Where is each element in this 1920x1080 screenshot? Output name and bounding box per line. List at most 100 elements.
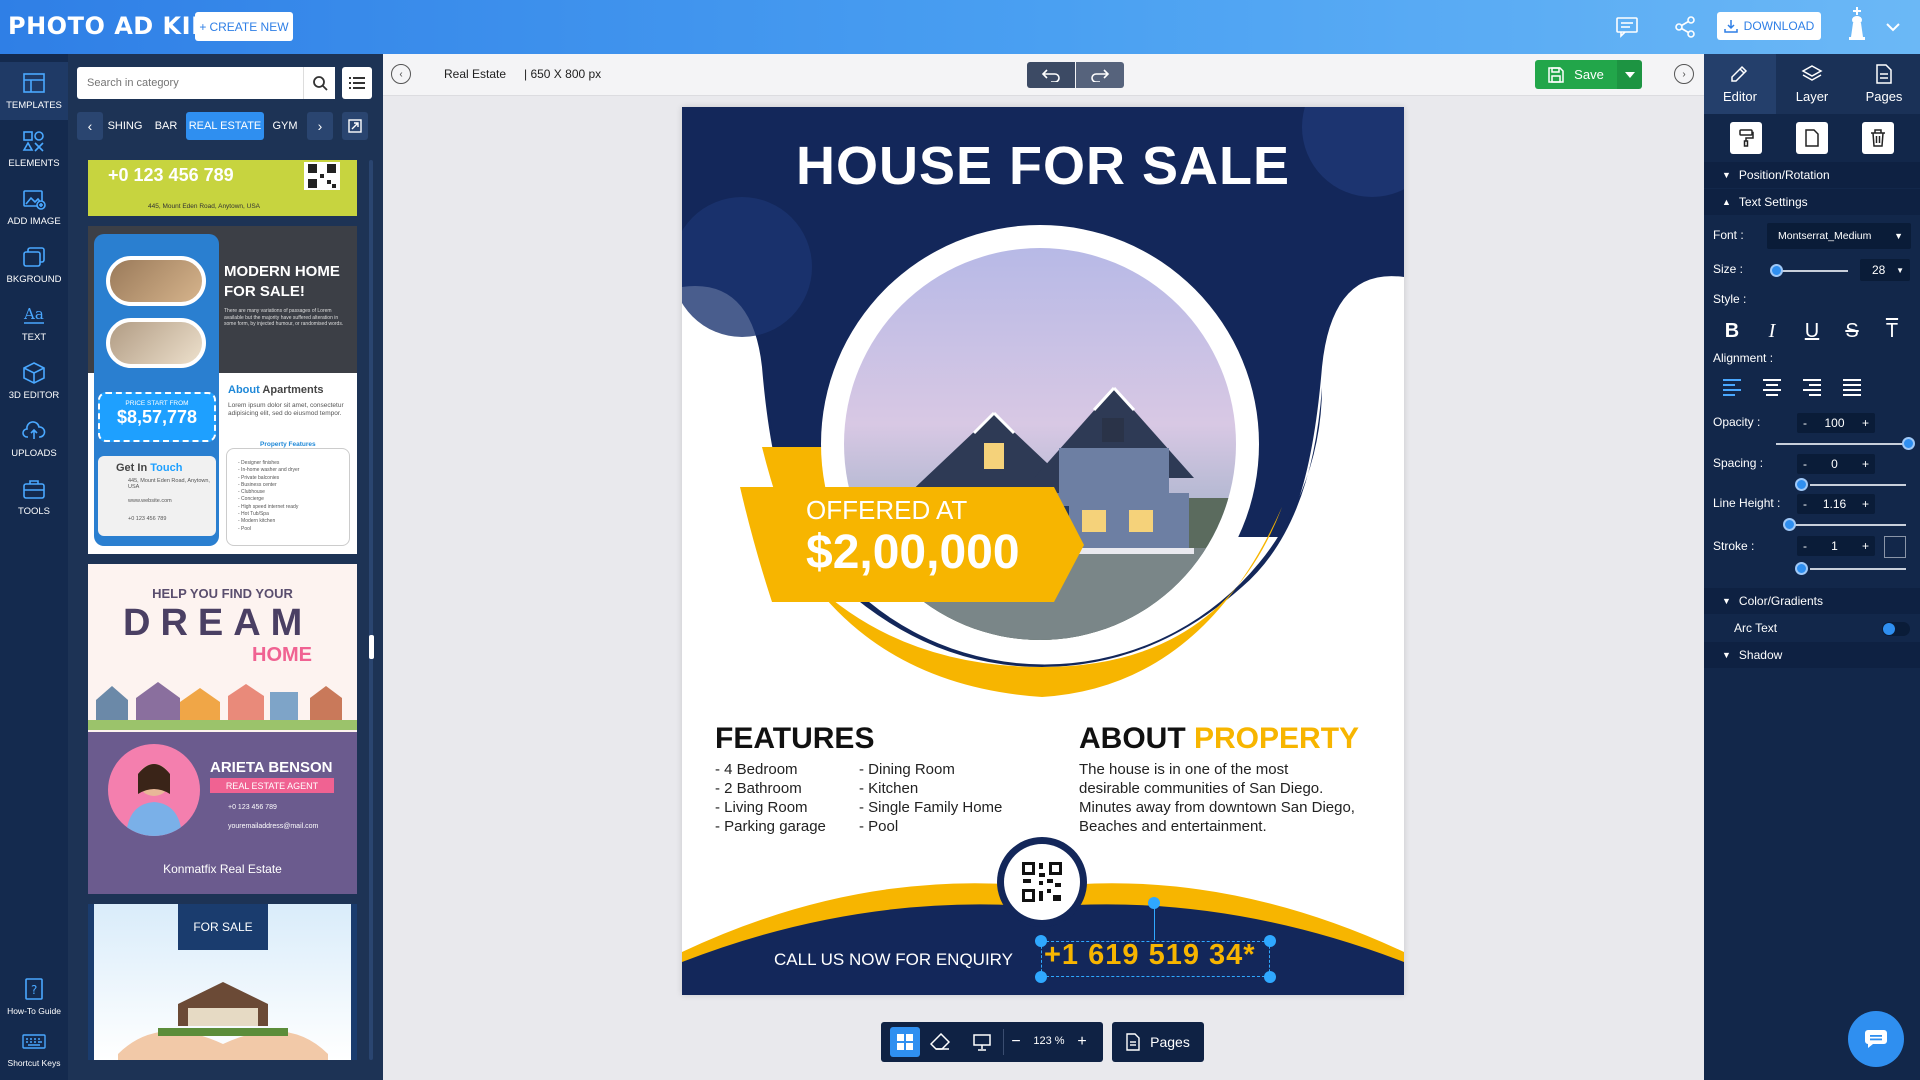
features-title[interactable]: FEATURES	[715, 722, 874, 756]
zoom-out-button[interactable]: −	[1006, 1029, 1026, 1055]
undo-button[interactable]	[1027, 62, 1075, 88]
template-card-4[interactable]: FOR SALE	[88, 904, 357, 1060]
zoom-in-button[interactable]: +	[1072, 1029, 1092, 1055]
line-height-slider-knob[interactable]	[1783, 518, 1796, 531]
offered-label[interactable]: OFFERED AT	[806, 495, 967, 526]
delete-button[interactable]	[1862, 122, 1894, 154]
align-left-button[interactable]	[1722, 378, 1742, 401]
stroke-slider-track[interactable]	[1810, 568, 1906, 570]
stroke-slider-knob[interactable]	[1795, 562, 1808, 575]
template-card-2[interactable]: MODERN HOME FOR SALE! There are many var…	[88, 226, 357, 554]
template-card-3[interactable]: HELP YOU FIND YOUR DREAM HOME ARIETA BEN…	[88, 564, 357, 894]
align-justify-button[interactable]	[1842, 378, 1862, 401]
flyer-title[interactable]: HOUSE FOR SALE	[682, 135, 1404, 197]
uppercase-button[interactable]: T	[1877, 318, 1907, 344]
opacity-increment[interactable]: +	[1862, 416, 1869, 430]
rotate-handle[interactable]	[1148, 897, 1160, 909]
spacing-slider-knob[interactable]	[1795, 478, 1808, 491]
opacity-decrement[interactable]: -	[1803, 416, 1807, 430]
template-card-1[interactable]: +0 123 456 789 445, Mount Eden Road, Any…	[88, 160, 357, 216]
resize-handle-tr[interactable]	[1264, 935, 1276, 947]
resize-handle-bl[interactable]	[1035, 971, 1047, 983]
spacing-decrement[interactable]: -	[1803, 457, 1807, 471]
underline-button[interactable]: U	[1797, 318, 1827, 344]
share-icon[interactable]	[1670, 13, 1700, 41]
about-title[interactable]: ABOUT PROPERTY	[1079, 722, 1359, 756]
line-height-increment[interactable]: +	[1862, 497, 1869, 511]
italic-button[interactable]: I	[1757, 318, 1787, 344]
arc-text-toggle[interactable]	[1882, 622, 1910, 636]
flyer-qr-code-icon[interactable]	[1004, 844, 1080, 920]
stroke-increment[interactable]: +	[1862, 539, 1869, 553]
flyer-phone[interactable]: +1 619 519 34*	[1044, 939, 1256, 972]
nav-background[interactable]: BKGROUND	[0, 236, 68, 294]
nav-add-image[interactable]: ADD IMAGE	[0, 178, 68, 236]
chat-support-button[interactable]	[1848, 1011, 1904, 1067]
nav-3d-editor[interactable]: 3D EDITOR	[0, 352, 68, 410]
section-text-settings[interactable]: ▲ Text Settings	[1704, 189, 1920, 215]
align-center-button[interactable]	[1762, 378, 1782, 401]
line-height-slider-track[interactable]	[1790, 524, 1906, 526]
nav-shortcut-keys[interactable]: Shortcut Keys	[0, 1020, 68, 1078]
tab-editor[interactable]: Editor	[1704, 54, 1776, 114]
spacing-stepper[interactable]: - 0 +	[1797, 454, 1875, 474]
save-button[interactable]: Save	[1535, 60, 1617, 89]
section-shadow[interactable]: ▼ Shadow	[1704, 642, 1920, 668]
features-list-2[interactable]: - Dining Room - Kitchen - Single Family Ho…	[859, 760, 1002, 836]
resize-handle-br[interactable]	[1264, 971, 1276, 983]
nav-text[interactable]: Aa TEXT	[0, 294, 68, 352]
cta-text[interactable]: CALL US NOW FOR ENQUIRY	[774, 950, 1013, 970]
opacity-slider-track[interactable]	[1776, 443, 1908, 445]
nav-how-to-guide[interactable]: ? How-To Guide	[0, 968, 68, 1026]
comment-icon[interactable]	[1612, 13, 1642, 41]
tab-layer[interactable]: Layer	[1776, 54, 1848, 114]
strikethrough-button[interactable]: S	[1837, 318, 1867, 344]
category-tab-bar[interactable]: BAR	[150, 112, 182, 140]
category-next-button[interactable]: ›	[307, 112, 333, 140]
design-canvas[interactable]: HOUSE FOR SALE OFFERED AT $2,00,000 FEAT…	[682, 107, 1404, 995]
spacing-slider-track[interactable]	[1810, 484, 1906, 486]
download-button[interactable]: DOWNLOAD	[1717, 12, 1821, 40]
resize-handle-tl[interactable]	[1035, 935, 1047, 947]
line-height-stepper[interactable]: - 1.16 +	[1797, 494, 1875, 514]
redo-button[interactable]	[1076, 62, 1124, 88]
expand-panel-button[interactable]	[342, 112, 368, 140]
list-view-button[interactable]	[342, 67, 372, 99]
search-button[interactable]	[303, 67, 335, 99]
bold-button[interactable]: B	[1717, 318, 1747, 344]
category-tab-real-estate[interactable]: REAL ESTATE	[186, 112, 264, 140]
template-scrollbar-thumb[interactable]	[369, 635, 374, 659]
template-scrollbar-track[interactable]	[369, 160, 373, 1060]
grid-view-button[interactable]	[890, 1027, 920, 1057]
eraser-button[interactable]	[925, 1027, 955, 1057]
collapse-right-panel-button[interactable]: ›	[1674, 64, 1694, 84]
presentation-button[interactable]	[967, 1027, 997, 1057]
line-height-decrement[interactable]: -	[1803, 497, 1807, 511]
spacing-increment[interactable]: +	[1862, 457, 1869, 471]
tab-pages[interactable]: Pages	[1848, 54, 1920, 114]
opacity-stepper[interactable]: - 100 +	[1797, 413, 1875, 433]
section-color-gradients[interactable]: ▼ Color/Gradients	[1704, 588, 1920, 614]
nav-templates[interactable]: TEMPLATES	[0, 62, 68, 120]
stroke-decrement[interactable]: -	[1803, 539, 1807, 553]
font-select[interactable]: Montserrat_Medium ▼	[1767, 223, 1911, 249]
format-painter-button[interactable]	[1730, 122, 1762, 154]
align-right-button[interactable]	[1802, 378, 1822, 401]
flyer-price[interactable]: $2,00,000	[806, 525, 1020, 580]
nav-tools[interactable]: TOOLS	[0, 468, 68, 526]
nav-elements[interactable]: ELEMENTS	[0, 120, 68, 178]
pages-button[interactable]: Pages	[1112, 1022, 1204, 1062]
category-prev-button[interactable]: ‹	[77, 112, 103, 140]
category-tab-gym[interactable]: GYM	[268, 112, 302, 140]
size-select[interactable]: 28 ▼	[1860, 259, 1910, 281]
create-new-button[interactable]: + CREATE NEW	[195, 12, 293, 41]
save-dropdown-button[interactable]	[1617, 60, 1642, 89]
category-tab-shing[interactable]: SHING	[106, 112, 144, 140]
size-slider-knob[interactable]	[1770, 264, 1783, 277]
chevron-down-icon[interactable]	[1878, 13, 1908, 41]
stroke-stepper[interactable]: - 1 +	[1797, 536, 1875, 556]
duplicate-button[interactable]	[1796, 122, 1828, 154]
search-input[interactable]	[77, 67, 303, 99]
collapse-left-panel-button[interactable]: ‹	[391, 64, 411, 84]
section-position-rotation[interactable]: ▼ Position/Rotation	[1704, 162, 1920, 188]
